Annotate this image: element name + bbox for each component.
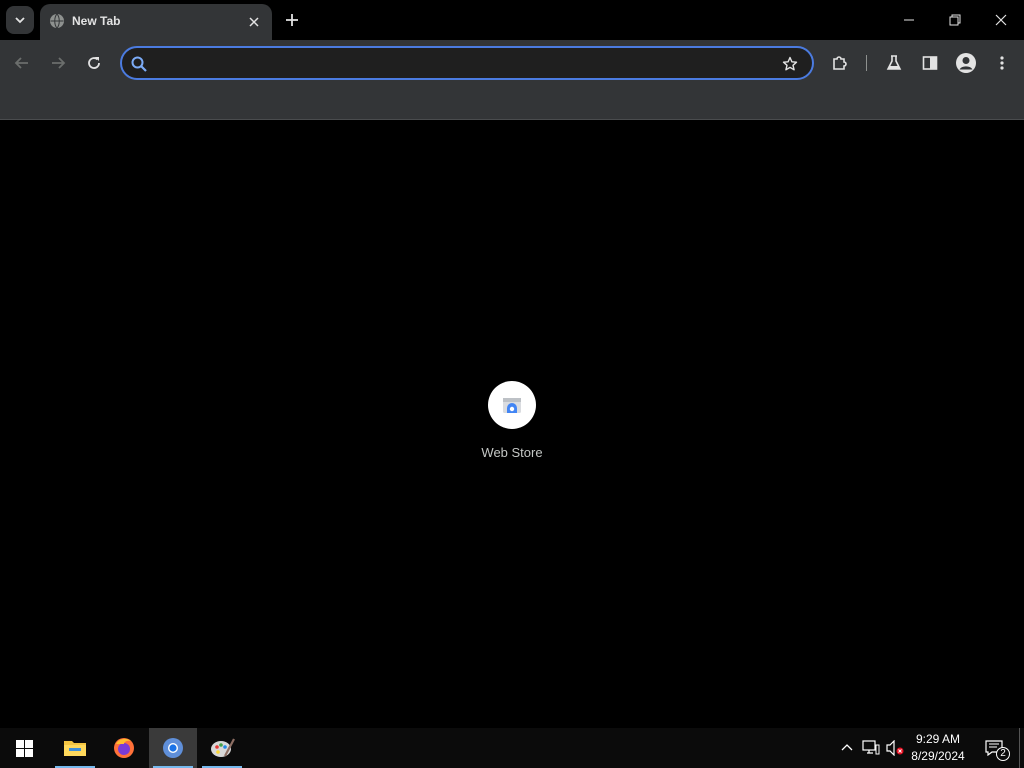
volume-muted-icon — [886, 740, 904, 756]
clock-date: 8/29/2024 — [911, 749, 965, 763]
puzzle-icon — [833, 56, 847, 70]
chevron-up-icon — [841, 744, 853, 751]
window-controls — [886, 0, 1024, 40]
side-panel-icon — [922, 56, 938, 70]
bookmark-star-button[interactable] — [780, 54, 800, 74]
star-icon — [782, 56, 798, 71]
taskbar-firefox[interactable] — [100, 728, 148, 768]
plus-icon — [286, 14, 298, 26]
show-hidden-icons-button[interactable] — [838, 728, 856, 768]
notification-count-badge: 2 — [996, 747, 1010, 761]
arrow-right-icon — [52, 57, 66, 69]
avatar-icon — [956, 53, 976, 73]
profile-button[interactable] — [954, 51, 978, 75]
network-icon — [862, 740, 880, 755]
restore-icon — [949, 14, 961, 26]
taskbar-chrome[interactable] — [149, 728, 197, 768]
toolbar-separator — [866, 55, 867, 71]
back-button[interactable] — [10, 51, 34, 75]
close-icon — [995, 14, 1007, 26]
tab-search-button[interactable] — [6, 6, 34, 34]
tab-new-tab[interactable]: New Tab — [40, 4, 272, 40]
reload-icon — [88, 57, 100, 69]
new-tab-button[interactable] — [280, 8, 304, 32]
address-bar[interactable] — [120, 46, 814, 80]
restore-button[interactable] — [932, 0, 978, 40]
shortcut-icon-tile — [488, 381, 536, 429]
chevron-down-icon — [15, 17, 25, 24]
close-window-button[interactable] — [978, 0, 1024, 40]
arrow-left-icon — [14, 57, 28, 69]
forward-button[interactable] — [46, 51, 70, 75]
shortcut-web-store[interactable]: Web Store — [472, 381, 552, 471]
bookmarks-bar — [0, 86, 1024, 120]
web-store-icon — [503, 398, 521, 413]
network-tray-button[interactable] — [860, 728, 882, 768]
extensions-button[interactable] — [828, 51, 852, 75]
minimize-button[interactable] — [886, 0, 932, 40]
close-icon — [249, 17, 259, 27]
taskbar: 9:29 AM 8/29/2024 2 — [0, 728, 1024, 768]
action-center-button[interactable]: 2 — [980, 728, 1010, 768]
reload-button[interactable] — [82, 51, 106, 75]
windows-icon — [15, 739, 33, 757]
chrome-icon — [163, 738, 183, 758]
search-icon — [131, 56, 147, 72]
taskbar-paint[interactable] — [198, 728, 246, 768]
flask-icon — [886, 55, 902, 70]
browser-toolbar — [0, 40, 1024, 86]
firefox-icon — [114, 738, 134, 758]
clock-time: 9:29 AM — [915, 732, 961, 746]
taskbar-file-explorer[interactable] — [51, 728, 99, 768]
menu-button[interactable] — [990, 51, 1014, 75]
tab-close-button[interactable] — [244, 12, 264, 32]
address-input[interactable] — [154, 54, 774, 74]
side-panel-button[interactable] — [918, 51, 942, 75]
globe-icon — [50, 13, 64, 29]
show-desktop-button[interactable] — [1019, 728, 1024, 768]
tab-strip: New Tab — [0, 0, 1024, 40]
folder-icon — [64, 741, 86, 756]
minimize-icon — [904, 19, 914, 21]
system-clock[interactable]: 9:29 AM 8/29/2024 — [904, 731, 972, 765]
tab-title: New Tab — [72, 14, 121, 28]
volume-tray-button[interactable] — [884, 728, 906, 768]
paint-palette-icon — [211, 738, 235, 757]
labs-button[interactable] — [882, 51, 906, 75]
more-vertical-icon — [1000, 56, 1004, 70]
start-button[interactable] — [0, 728, 48, 768]
new-tab-page: Web Store — [0, 121, 1024, 728]
shortcut-label: Web Store — [481, 445, 543, 460]
